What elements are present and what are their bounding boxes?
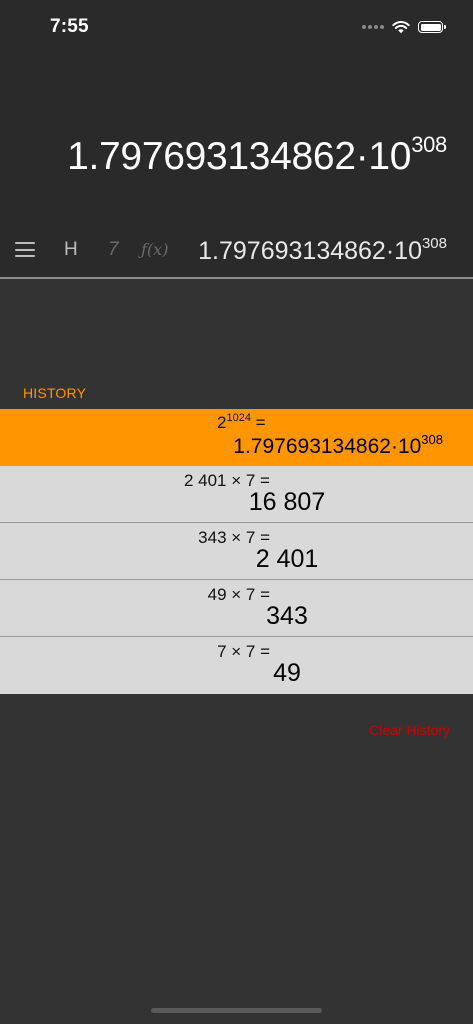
- history-item-expression: 7 × 7 =: [217, 642, 270, 661]
- calculator-display-area: 7:55 1.797693134862·10308 H 7 ƒ(x) 1.797…: [0, 0, 473, 278]
- clear-history-button[interactable]: Clear History: [369, 722, 450, 738]
- status-time: 7:55: [50, 16, 89, 37]
- history-item-result: 2 401: [255, 545, 319, 573]
- result-exponent: 308: [421, 432, 443, 447]
- menu-icon[interactable]: [15, 242, 35, 257]
- history-item-selected[interactable]: 21024 = 1.797693134862·10308: [0, 409, 473, 466]
- history-list: 21024 = 1.797693134862·10308 2 401 × 7 =…: [0, 409, 473, 694]
- history-item-result: 1.797693134862·10308: [233, 432, 443, 459]
- history-label: HISTORY: [23, 385, 87, 401]
- history-toggle-button[interactable]: H: [64, 239, 78, 261]
- history-item-expression: 49 × 7 =: [207, 585, 270, 604]
- history-item[interactable]: 343 × 7 = 2 401: [0, 523, 473, 580]
- expr-exponent: 1024: [226, 412, 251, 424]
- status-icons: [362, 17, 446, 37]
- display-divider: [0, 277, 473, 279]
- history-item-result: 343: [266, 602, 308, 630]
- main-display-exponent: 308: [411, 132, 447, 157]
- main-display-mantissa: 1.797693134862·10: [67, 135, 412, 178]
- history-item[interactable]: 49 × 7 = 343: [0, 580, 473, 637]
- function-button[interactable]: ƒ(x): [141, 240, 168, 259]
- history-item[interactable]: 2 401 × 7 = 16 807: [0, 466, 473, 523]
- history-item-result: 49: [273, 659, 301, 687]
- cellular-signal-icon: [362, 25, 384, 29]
- result-mantissa: 1.797693134862·10: [233, 435, 422, 458]
- main-display: 1.797693134862·10308: [67, 132, 447, 179]
- history-item[interactable]: 7 × 7 = 49: [0, 637, 473, 694]
- history-item-expression: 21024 =: [217, 413, 266, 433]
- seven-button[interactable]: 7: [108, 239, 119, 261]
- wifi-icon: [392, 21, 410, 34]
- toolbar-display-mantissa: 1.797693134862·10: [198, 237, 422, 265]
- toolbar-display-exponent: 308: [421, 235, 447, 252]
- toolbar: H 7 ƒ(x) 1.797693134862·10308: [0, 232, 473, 268]
- battery-icon: [418, 21, 446, 33]
- history-item-result: 16 807: [248, 488, 326, 516]
- expr-suffix: =: [250, 413, 266, 432]
- home-indicator[interactable]: [151, 1008, 322, 1013]
- toolbar-display: 1.797693134862·10308: [198, 235, 447, 266]
